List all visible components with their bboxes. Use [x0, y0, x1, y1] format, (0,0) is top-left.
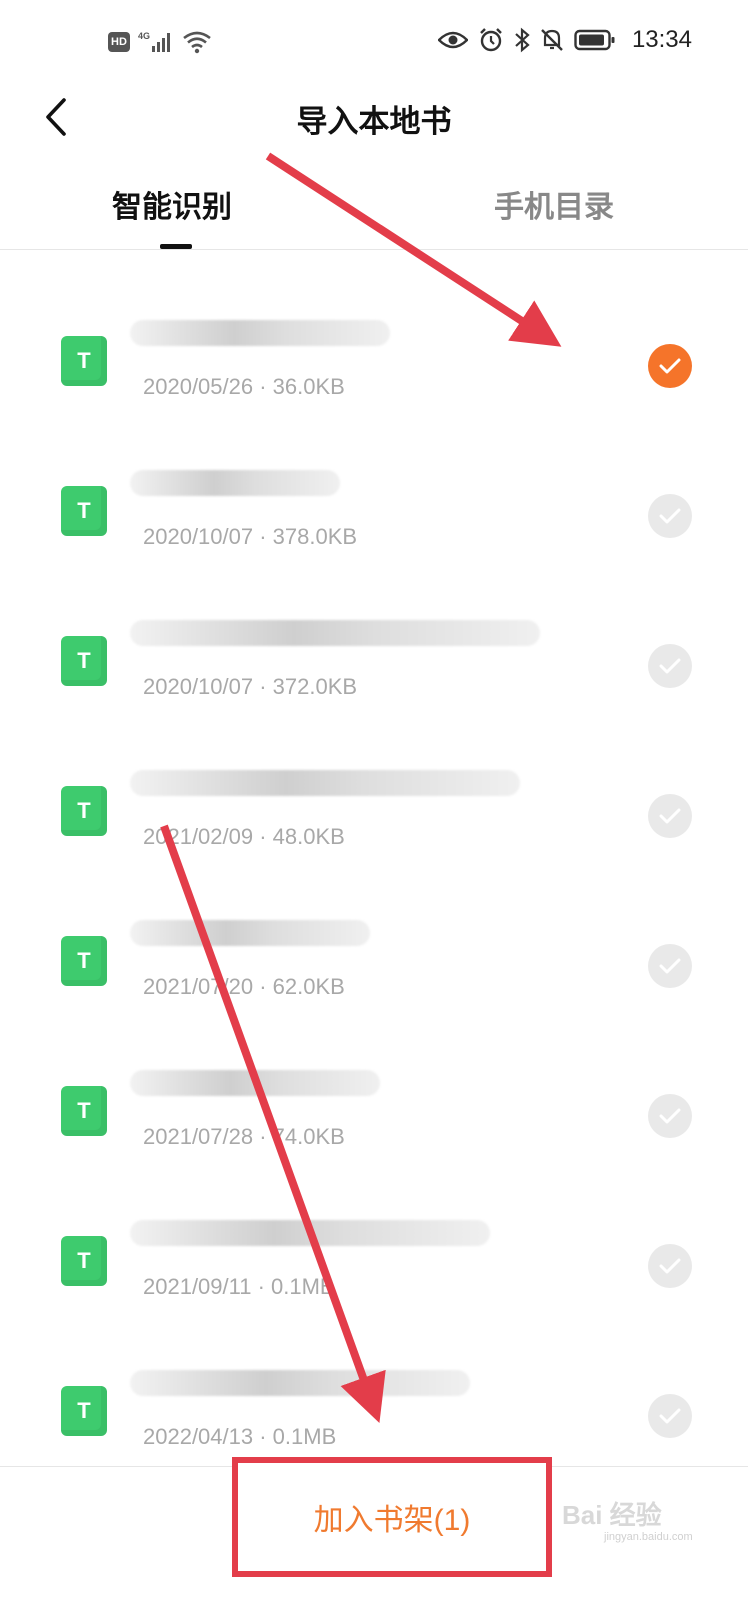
- select-checkbox[interactable]: [648, 944, 692, 988]
- file-name-blurred: [130, 1370, 470, 1396]
- status-left: HD 4G: [108, 30, 212, 54]
- file-meta: 2020/05/26 · 36.0KB: [143, 374, 345, 399]
- mute-icon: [541, 29, 563, 51]
- select-checkbox[interactable]: [648, 344, 692, 388]
- file-meta: 2021/07/28 · 74.0KB: [143, 1124, 345, 1149]
- check-icon: [659, 958, 681, 974]
- txt-file-icon: T: [61, 1386, 107, 1436]
- network-type: 4G: [138, 31, 150, 41]
- file-name-blurred: [130, 470, 340, 496]
- select-checkbox[interactable]: [648, 644, 692, 688]
- file-meta: 2022/04/13 · 0.1MB: [143, 1424, 337, 1449]
- txt-file-icon: T: [61, 936, 107, 986]
- signal-icon: 4G: [138, 31, 170, 52]
- check-icon: [659, 1408, 681, 1424]
- hd-badge: HD: [108, 32, 130, 52]
- select-checkbox[interactable]: [648, 794, 692, 838]
- select-checkbox[interactable]: [648, 1244, 692, 1288]
- battery-icon: [574, 29, 615, 51]
- txt-file-icon: T: [61, 1236, 107, 1286]
- check-icon: [659, 658, 681, 674]
- wifi-icon: [183, 31, 211, 54]
- file-row[interactable]: T 2020/10/07 · 372.0KB: [0, 550, 748, 700]
- check-icon: [659, 508, 681, 524]
- file-meta: 2021/09/11 · 0.1MB: [143, 1274, 335, 1299]
- select-checkbox[interactable]: [648, 1094, 692, 1138]
- watermark: Bai 经验: [562, 1500, 662, 1530]
- txt-file-icon: T: [61, 786, 107, 836]
- file-row[interactable]: T 2021/09/11 · 0.1MB: [0, 1150, 748, 1300]
- tab-bar: 智能识别 手机目录: [0, 172, 748, 250]
- clock: 13:34: [631, 26, 692, 53]
- check-icon: [659, 808, 681, 824]
- file-meta: 2020/10/07 · 372.0KB: [143, 674, 358, 699]
- file-row[interactable]: T 2020/05/26 · 36.0KB: [0, 250, 748, 400]
- file-name-blurred: [130, 320, 390, 346]
- select-checkbox[interactable]: [648, 1394, 692, 1438]
- add-to-bookshelf-label: 加入书架(1): [313, 1504, 471, 1537]
- status-bar: HD 4G 13:34: [0, 0, 748, 86]
- check-icon: [659, 358, 681, 374]
- watermark-url: jingyan.baidu.com: [604, 1531, 693, 1543]
- status-right: 13:34: [437, 26, 692, 54]
- nav-bar: 导入本地书: [0, 86, 748, 148]
- file-row[interactable]: T 2021/07/28 · 74.0KB: [0, 1000, 748, 1150]
- file-row[interactable]: T 2020/10/07 · 378.0KB: [0, 400, 748, 550]
- check-icon: [659, 1108, 681, 1124]
- tab-smart-detect[interactable]: 智能识别: [112, 182, 232, 226]
- eye-icon: [437, 31, 468, 49]
- file-name-blurred: [130, 620, 540, 646]
- file-name-blurred: [130, 1070, 380, 1096]
- file-meta: 2021/07/20 · 62.0KB: [143, 974, 345, 999]
- tab-phone-directory[interactable]: 手机目录: [494, 182, 614, 226]
- active-tab-indicator: [160, 244, 192, 249]
- add-to-bookshelf-button[interactable]: 加入书架(1): [232, 1457, 552, 1577]
- select-checkbox[interactable]: [648, 494, 692, 538]
- file-name-blurred: [130, 770, 520, 796]
- bluetooth-icon: [515, 27, 530, 53]
- txt-file-icon: T: [61, 1086, 107, 1136]
- txt-file-icon: T: [61, 336, 107, 386]
- check-icon: [659, 1258, 681, 1274]
- file-meta: 2021/02/09 · 48.0KB: [143, 824, 345, 849]
- file-row[interactable]: T 2021/07/20 · 62.0KB: [0, 850, 748, 1000]
- alarm-icon: [480, 28, 502, 52]
- file-meta: 2020/10/07 · 378.0KB: [143, 524, 358, 549]
- bottom-bar: 加入书架(1) Bai 经验 jingyan.baidu.com: [0, 1457, 748, 1600]
- file-row[interactable]: T 2022/04/13 · 0.1MB: [0, 1300, 748, 1450]
- txt-file-icon: T: [61, 486, 107, 536]
- txt-file-icon: T: [61, 636, 107, 686]
- file-row[interactable]: T 2021/02/09 · 48.0KB: [0, 700, 748, 850]
- file-name-blurred: [130, 920, 370, 946]
- file-name-blurred: [130, 1220, 490, 1246]
- page-title: 导入本地书: [296, 104, 452, 140]
